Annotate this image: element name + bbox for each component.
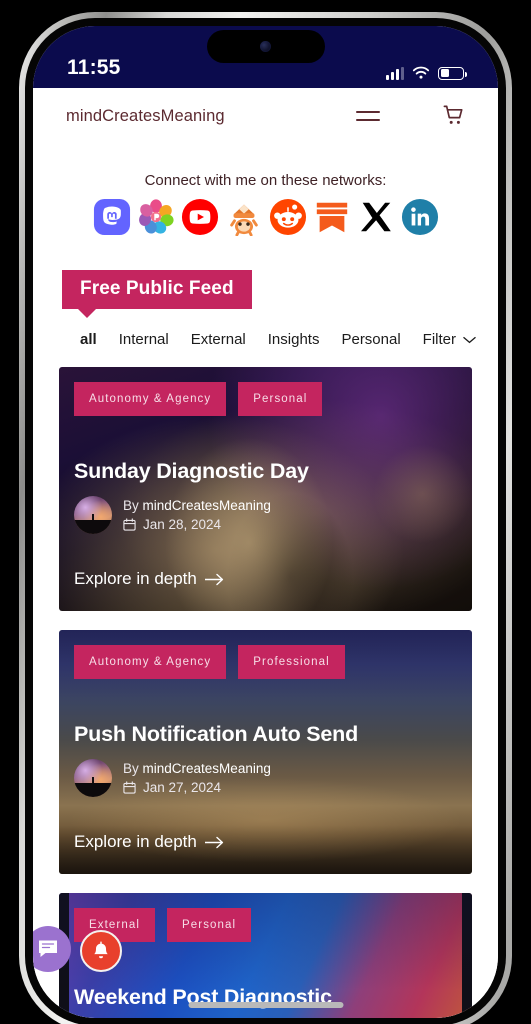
linkedin-icon[interactable] — [401, 198, 439, 236]
calendar-icon — [123, 518, 136, 531]
post-title: Push Notification Auto Send — [74, 722, 359, 746]
post-tag[interactable]: Personal — [238, 382, 323, 416]
notification-bell-icon — [94, 941, 108, 959]
status-indicators — [386, 66, 467, 80]
filter-dropdown[interactable]: Filter — [423, 331, 476, 348]
post-cta-label: Explore in depth — [74, 569, 197, 588]
screenshot-stage: 11:55 mindCreatesMeaning Connect with me… — [0, 0, 531, 1024]
tag-row-3: External Personal — [74, 908, 472, 942]
meta-lines: By mindCreatesMeaning — [123, 761, 271, 795]
by-prefix: By — [123, 761, 139, 776]
youtube-icon[interactable] — [181, 198, 219, 236]
post-cta-2[interactable]: Explore in depth — [74, 832, 472, 852]
arrow-right-icon — [204, 573, 223, 585]
by-prefix: By — [123, 498, 139, 513]
post-date-line: Jan 27, 2024 — [123, 780, 271, 795]
post-author: mindCreatesMeaning — [142, 498, 271, 513]
post-cta-1[interactable]: Explore in depth — [74, 569, 472, 589]
connect-label: Connect with me on these networks: — [144, 172, 387, 189]
feed-filter-tabs: all Internal External Insights Personal … — [80, 331, 498, 348]
battery-icon — [438, 66, 467, 80]
front-camera-icon — [260, 41, 271, 52]
post-tag[interactable]: Personal — [167, 908, 252, 942]
home-indicator[interactable] — [188, 1002, 343, 1008]
post-author: mindCreatesMeaning — [142, 761, 271, 776]
post-card-content-2: Autonomy & Agency Professional Push Noti… — [59, 630, 472, 874]
feed-badge: Free Public Feed — [62, 270, 252, 309]
flipboard-icon[interactable] — [313, 198, 351, 236]
phone-screen: 11:55 mindCreatesMeaning Connect with me… — [33, 26, 498, 1018]
post-meta-2: By mindCreatesMeaning Jan 27, 2024 — [74, 759, 472, 797]
author-avatar — [74, 759, 112, 797]
post-author-line: By mindCreatesMeaning — [123, 498, 271, 513]
post-tag[interactable]: Professional — [238, 645, 345, 679]
status-bar: 11:55 — [33, 26, 498, 88]
social-links — [33, 198, 498, 236]
post-author-line: By mindCreatesMeaning — [123, 761, 271, 776]
chevron-down-icon — [463, 336, 476, 343]
shopping-cart-icon[interactable] — [442, 104, 466, 128]
post-date-line: Jan 28, 2024 — [123, 517, 271, 532]
tab-internal[interactable]: Internal — [119, 331, 169, 348]
feed-badge-wrapper: Free Public Feed — [62, 270, 252, 318]
post-card-1[interactable]: Autonomy & Agency Personal Sunday Diagno… — [59, 367, 472, 611]
post-cta-label: Explore in depth — [74, 832, 197, 851]
chat-bubble-icon — [39, 940, 57, 957]
filter-label: Filter — [422, 331, 457, 348]
dynamic-island — [206, 30, 325, 63]
tag-row-2: Autonomy & Agency Professional — [74, 645, 472, 679]
post-date: Jan 27, 2024 — [143, 780, 222, 795]
author-avatar — [74, 496, 112, 534]
calendar-icon — [123, 781, 136, 794]
post-title: Sunday Diagnostic Day — [74, 459, 309, 483]
lemmy-icon[interactable] — [225, 198, 263, 236]
phone-frame: 11:55 mindCreatesMeaning Connect with me… — [19, 12, 512, 1024]
tab-all[interactable]: all — [80, 331, 97, 348]
site-header: mindCreatesMeaning — [33, 88, 498, 144]
tab-insights[interactable]: Insights — [268, 331, 320, 348]
post-date: Jan 28, 2024 — [143, 517, 222, 532]
post-tag[interactable]: Autonomy & Agency — [74, 645, 227, 679]
post-tag[interactable]: Autonomy & Agency — [74, 382, 227, 416]
web-page: mindCreatesMeaning Connect with me on th… — [33, 88, 498, 1018]
tab-personal[interactable]: Personal — [341, 331, 400, 348]
arrow-right-icon — [204, 836, 223, 848]
feed-badge-pointer — [78, 309, 96, 318]
post-feed-list: Autonomy & Agency Personal Sunday Diagno… — [33, 367, 498, 1018]
post-meta-1: By mindCreatesMeaning Jan 28, 2024 — [74, 496, 472, 534]
tag-row-1: Autonomy & Agency Personal — [74, 382, 472, 416]
post-card-content-1: Autonomy & Agency Personal Sunday Diagno… — [59, 367, 472, 611]
hamburger-icon[interactable] — [356, 110, 380, 122]
status-time: 11:55 — [67, 56, 121, 79]
mastodon-icon[interactable] — [93, 198, 131, 236]
tab-external[interactable]: External — [191, 331, 246, 348]
site-brand[interactable]: mindCreatesMeaning — [66, 107, 225, 126]
phone-bezel: 11:55 mindCreatesMeaning Connect with me… — [25, 18, 506, 1024]
wifi-icon — [412, 66, 430, 79]
x-twitter-icon[interactable] — [357, 198, 395, 236]
notification-bell-button[interactable] — [80, 930, 122, 972]
pixelfed-icon[interactable] — [137, 198, 175, 236]
cellular-signal-icon — [386, 66, 404, 80]
meta-lines: By mindCreatesMeaning — [123, 498, 271, 532]
reddit-icon[interactable] — [269, 198, 307, 236]
post-card-2[interactable]: Autonomy & Agency Professional Push Noti… — [59, 630, 472, 874]
connect-section: Connect with me on these networks: — [33, 172, 498, 236]
